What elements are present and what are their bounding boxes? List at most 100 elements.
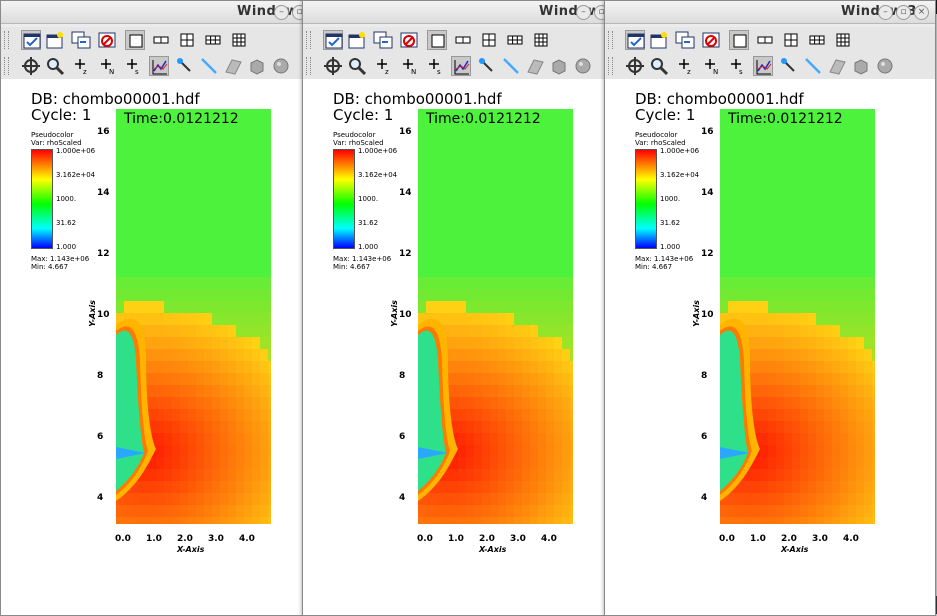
minimize-icon[interactable]: – <box>576 5 591 20</box>
layout-3x3-button[interactable] <box>229 30 249 50</box>
layout-2x2-button[interactable] <box>177 30 197 50</box>
lineout-button[interactable] <box>451 56 471 76</box>
sphere-tool-button[interactable] <box>573 56 593 76</box>
x-tick-label: 3.0 <box>812 534 828 544</box>
color-bar-tick-label: 1.000e+06 <box>56 147 96 155</box>
plane-tool-button[interactable] <box>827 56 847 76</box>
spreadsheet-pick-button[interactable]: s <box>425 56 445 76</box>
zone-pick-button[interactable]: z <box>71 56 91 76</box>
navigate-button[interactable] <box>625 56 645 76</box>
sphere-tool-button[interactable] <box>875 56 895 76</box>
vis-window-button[interactable] <box>21 30 41 50</box>
pick-button[interactable] <box>779 56 799 76</box>
x-tick-label: 0.0 <box>115 534 131 544</box>
spreadsheet-pick-icon: s <box>123 59 143 80</box>
layout-1x2-button[interactable] <box>453 30 473 50</box>
toolbar-grip[interactable] <box>306 31 311 49</box>
pseudocolor-plot <box>116 109 271 524</box>
delete-window-button[interactable] <box>97 30 117 50</box>
layout-2x3-button[interactable] <box>807 30 827 50</box>
layout-2x3-button[interactable] <box>505 30 525 50</box>
zoom-button[interactable] <box>45 56 65 76</box>
toolbar-grip[interactable] <box>608 57 613 75</box>
visualization-area[interactable]: DB: chombo00001.hdf Cycle: 1 Pseudocolor… <box>1 79 331 615</box>
navigate-button[interactable] <box>21 56 41 76</box>
vis-window-2[interactable]: Window 2 – ▫ × z Ns DB: chombo00001.hdf C… <box>302 0 634 616</box>
pick-button[interactable] <box>477 56 497 76</box>
color-bar-tick-label: 31.62 <box>660 219 681 227</box>
layout-1x1-button[interactable] <box>125 30 145 50</box>
layout-3x3-button[interactable] <box>833 30 853 50</box>
lineout-button[interactable] <box>753 56 773 76</box>
color-bar-tick-label: 1.000e+06 <box>358 147 398 155</box>
pick-button[interactable] <box>175 56 195 76</box>
new-window-icon <box>649 32 669 54</box>
new-window-button[interactable] <box>649 30 669 50</box>
box-tool-button[interactable] <box>247 56 267 76</box>
delete-window-button[interactable] <box>701 30 721 50</box>
copy-window-button[interactable] <box>675 30 695 50</box>
layout-2x2-button[interactable] <box>479 30 499 50</box>
toolbar-grip[interactable] <box>608 31 613 49</box>
box-tool-button[interactable] <box>549 56 569 76</box>
layout-3x3-button[interactable] <box>531 30 551 50</box>
layout-1x1-button[interactable] <box>729 30 749 50</box>
y-tick-label: 16 <box>399 127 412 137</box>
spreadsheet-pick-button[interactable]: s <box>727 56 747 76</box>
node-pick-button[interactable]: N <box>701 56 721 76</box>
visualization-area[interactable]: DB: chombo00001.hdf Cycle: 1 Pseudocolor… <box>605 79 935 615</box>
vis-window-3[interactable]: Window 3 – ▫ × z Ns DB: chombo00001.hdf C… <box>604 0 936 616</box>
vis-window-button[interactable] <box>625 30 645 50</box>
spreadsheet-pick-button[interactable]: s <box>123 56 143 76</box>
layout-1x1-button[interactable] <box>427 30 447 50</box>
zoom-button[interactable] <box>347 56 367 76</box>
layout-2x3-button[interactable] <box>203 30 223 50</box>
line-tool-button[interactable] <box>199 56 219 76</box>
y-tick-label: 10 <box>97 310 110 320</box>
lineout-button[interactable] <box>149 56 169 76</box>
visualization-area[interactable]: DB: chombo00001.hdf Cycle: 1 Pseudocolor… <box>303 79 633 615</box>
window-titlebar[interactable]: Window 3 – ▫ × <box>605 1 935 24</box>
line-tool-button[interactable] <box>501 56 521 76</box>
node-pick-button[interactable]: N <box>399 56 419 76</box>
color-bar-tick-label: 3.162e+04 <box>56 171 96 179</box>
line-tool-button[interactable] <box>803 56 823 76</box>
copy-window-button[interactable] <box>373 30 393 50</box>
svg-text:z: z <box>83 68 87 76</box>
minimize-icon[interactable]: – <box>274 5 289 20</box>
copy-window-button[interactable] <box>71 30 91 50</box>
window-titlebar[interactable]: Window 1 – ▫ × <box>1 1 331 24</box>
layout-2x2-button[interactable] <box>781 30 801 50</box>
svg-text:z: z <box>385 68 389 76</box>
zone-pick-button[interactable]: z <box>675 56 695 76</box>
minimize-icon[interactable]: – <box>878 5 893 20</box>
legend-var: Var: rhoScaled <box>333 139 384 147</box>
new-window-button[interactable] <box>45 30 65 50</box>
navigate-button[interactable] <box>323 56 343 76</box>
y-axis-label: Y-Axis <box>87 300 97 327</box>
box-tool-button[interactable] <box>851 56 871 76</box>
delete-window-button[interactable] <box>399 30 419 50</box>
zoom-button[interactable] <box>649 56 669 76</box>
zone-pick-icon: z <box>373 59 393 80</box>
zone-pick-button[interactable]: z <box>373 56 393 76</box>
toolbar-grip[interactable] <box>306 57 311 75</box>
legend-max: Max: 1.143e+06 <box>635 255 694 263</box>
toolbar-grip[interactable] <box>4 57 9 75</box>
x-tick-label: 1.0 <box>448 534 464 544</box>
layout-1x2-button[interactable] <box>755 30 775 50</box>
plane-tool-button[interactable] <box>223 56 243 76</box>
window-titlebar[interactable]: Window 2 – ▫ × <box>303 1 633 24</box>
toolbar-grip[interactable] <box>4 31 9 49</box>
close-icon[interactable]: × <box>914 5 929 20</box>
vis-window-button[interactable] <box>323 30 343 50</box>
maximize-icon[interactable]: ▫ <box>896 5 911 20</box>
legend-max: Max: 1.143e+06 <box>333 255 392 263</box>
vis-window-1[interactable]: Window 1 – ▫ × z Ns DB: chombo00001.hdf C… <box>0 0 332 616</box>
node-pick-button[interactable]: N <box>97 56 117 76</box>
layout-1x2-button[interactable] <box>151 30 171 50</box>
plane-tool-button[interactable] <box>525 56 545 76</box>
new-window-button[interactable] <box>347 30 367 50</box>
sphere-tool-button[interactable] <box>271 56 291 76</box>
box-tool-icon <box>247 59 267 80</box>
